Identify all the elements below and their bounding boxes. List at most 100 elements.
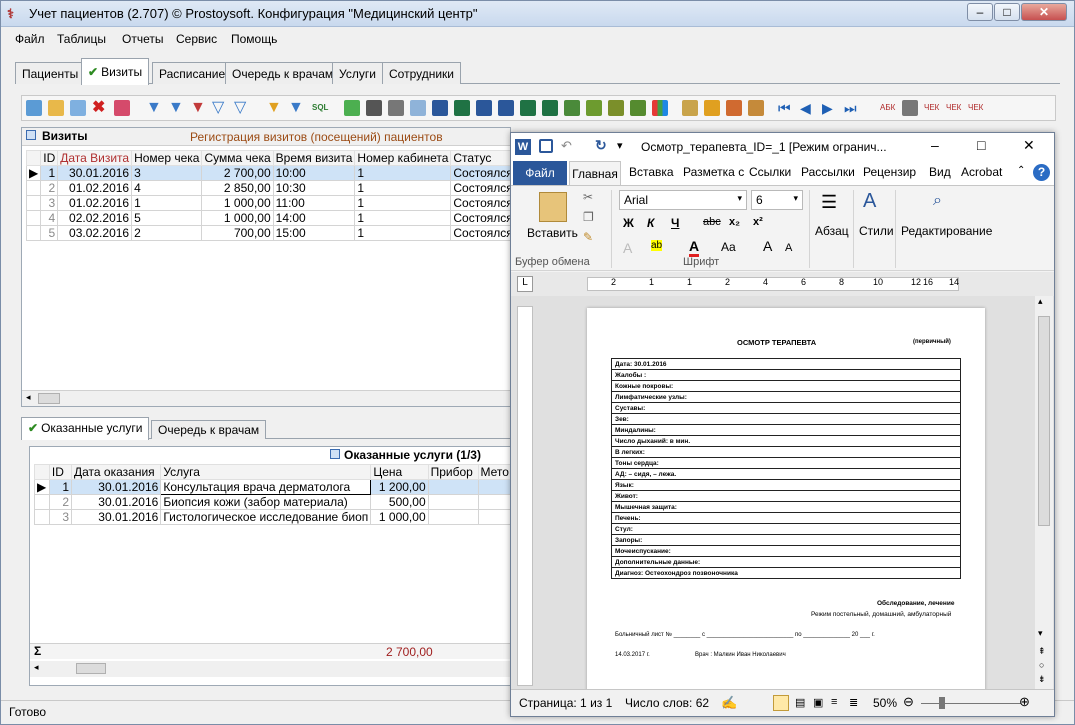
table-row[interactable]: 3 30.01.2016 Гистологическое исследовани…: [34, 509, 512, 525]
report-builder-icon[interactable]: [704, 100, 720, 116]
col-check-sum[interactable]: Сумма чека: [201, 150, 274, 166]
filter-remove-icon[interactable]: ▼: [288, 100, 304, 116]
menu-tables[interactable]: Таблицы: [57, 32, 106, 46]
tab-queue[interactable]: Очередь к врачам: [225, 62, 341, 84]
menu-service[interactable]: Сервис: [176, 32, 217, 46]
word-minimize-button[interactable]: –: [931, 137, 939, 153]
ribbon-tab-file[interactable]: Файл: [513, 161, 567, 185]
subscript-icon[interactable]: x₂: [729, 216, 740, 228]
browse-object-icon[interactable]: ○: [1039, 660, 1044, 670]
zoom-level[interactable]: 50%: [873, 696, 897, 710]
tab-doctor-queue[interactable]: Очередь к врачам: [151, 420, 267, 439]
copy-icon[interactable]: [70, 100, 86, 116]
ribbon-tab-review[interactable]: Рецензир: [863, 165, 916, 179]
full-screen-icon[interactable]: ▤: [795, 696, 805, 709]
paragraph-label[interactable]: Абзац: [815, 224, 849, 238]
scroll-up-icon[interactable]: ▴: [1038, 296, 1043, 307]
col-price[interactable]: Цена: [370, 464, 429, 480]
scroll-down-icon[interactable]: ▾: [1038, 628, 1043, 639]
zoom-slider-thumb[interactable]: [939, 697, 945, 709]
columns-icon[interactable]: [748, 100, 764, 116]
ribbon-tab-references[interactable]: Ссылки: [749, 165, 791, 179]
tab-rendered-services[interactable]: ✔ Оказанные услуги: [21, 417, 150, 440]
delete-icon[interactable]: ✖: [92, 100, 108, 116]
scroll-left-icon[interactable]: ◂: [34, 662, 39, 673]
col-visit-time[interactable]: Время визита: [272, 150, 356, 166]
paste-icon[interactable]: [539, 192, 567, 222]
filter-clear-icon[interactable]: ▼: [190, 100, 206, 116]
export-txt-icon[interactable]: [608, 100, 624, 116]
last-record-icon[interactable]: ⏭: [844, 100, 860, 116]
redo-icon[interactable]: ↻: [595, 137, 607, 154]
highlight-icon[interactable]: ab: [651, 240, 663, 251]
first-record-icon[interactable]: ⏮: [778, 100, 794, 116]
page-count[interactable]: Страница: 1 из 1: [519, 696, 612, 710]
italic-icon[interactable]: К: [647, 216, 654, 230]
horizontal-scrollbar[interactable]: ◂: [30, 661, 510, 677]
find-icon[interactable]: [366, 100, 382, 116]
styles-icon[interactable]: A: [863, 190, 876, 213]
tab-visits[interactable]: ✔ Визиты: [81, 58, 150, 85]
excel-template-icon[interactable]: [520, 100, 536, 116]
col-status[interactable]: Статус: [450, 150, 516, 166]
print-check-icon[interactable]: [902, 100, 918, 116]
paragraph-icon[interactable]: ☰: [821, 192, 837, 213]
close-button[interactable]: ✕: [1021, 3, 1067, 21]
filter-options-icon[interactable]: ▽: [234, 100, 250, 116]
collapse-ribbon-icon[interactable]: ⌃: [1017, 165, 1025, 176]
col-id[interactable]: ID: [48, 464, 73, 480]
edit-icon[interactable]: [48, 100, 64, 116]
underline-icon[interactable]: Ч: [671, 216, 679, 230]
add-record-icon[interactable]: [26, 100, 42, 116]
table-row[interactable]: 2 01.02.2016 4 2 850,00 10:30 1 Состоялс…: [25, 180, 516, 196]
tab-selector-icon[interactable]: L: [517, 276, 533, 292]
word-count[interactable]: Число слов: 62: [625, 696, 709, 710]
customize-qat-icon[interactable]: ▾: [617, 139, 623, 152]
col-method[interactable]: Мето: [477, 464, 512, 480]
word-close-button[interactable]: ✕: [1023, 137, 1035, 154]
col-check-number[interactable]: Номер чека: [131, 150, 203, 166]
grow-font-icon[interactable]: A: [763, 238, 772, 254]
scroll-thumb[interactable]: [76, 663, 106, 674]
tab-patients[interactable]: Пациенты: [15, 62, 86, 84]
export-xml-icon[interactable]: [564, 100, 580, 116]
export-dbf-icon[interactable]: [630, 100, 646, 116]
font-size-combo[interactable]: 6 ▾: [751, 190, 803, 210]
shrink-font-icon[interactable]: A: [785, 242, 792, 254]
proofing-icon[interactable]: ✍: [721, 695, 737, 711]
col-service[interactable]: Услуга: [160, 464, 372, 480]
col-visit-date[interactable]: Дата Визита: [57, 150, 133, 166]
horizontal-scrollbar[interactable]: ◂: [22, 390, 510, 406]
table-row[interactable]: ▶ 1 30.01.2016 3 2 700,00 10:00 1 Состоя…: [25, 165, 516, 181]
find-icon[interactable]: ⌕: [933, 192, 942, 210]
ribbon-tab-insert[interactable]: Вставка: [629, 165, 674, 179]
filter-add-icon[interactable]: ▼: [168, 100, 184, 116]
ribbon-tab-acrobat[interactable]: Acrobat: [961, 165, 1002, 179]
table-settings-icon[interactable]: [726, 100, 742, 116]
export-csv-icon[interactable]: [542, 100, 558, 116]
next-page-icon[interactable]: ⇟: [1038, 674, 1046, 685]
paste-label[interactable]: Вставить: [527, 226, 578, 240]
text-effects-icon[interactable]: A: [623, 240, 632, 256]
menu-help[interactable]: Помощь: [231, 32, 277, 46]
delete-all-icon[interactable]: [114, 100, 130, 116]
help-icon[interactable]: ?: [1033, 164, 1050, 181]
prev-record-icon[interactable]: ◀: [800, 100, 816, 116]
print-icon[interactable]: [388, 100, 404, 116]
zoom-out-icon[interactable]: ⊖: [903, 694, 914, 710]
col-id[interactable]: ID: [40, 150, 59, 166]
export-html-icon[interactable]: [586, 100, 602, 116]
table-row[interactable]: 2 30.01.2016 Биопсия кожи (забор материа…: [34, 494, 512, 510]
undo-icon[interactable]: ↶: [561, 138, 572, 154]
refresh-icon[interactable]: [344, 100, 360, 116]
change-case-icon[interactable]: Aa: [721, 240, 736, 254]
tab-staff[interactable]: Сотрудники: [382, 62, 461, 84]
zoom-slider[interactable]: [921, 703, 1021, 704]
superscript-icon[interactable]: x²: [753, 216, 763, 228]
filter-edit-icon[interactable]: ▽: [212, 100, 228, 116]
format-painter-icon[interactable]: ✎: [583, 230, 593, 244]
strikethrough-icon[interactable]: abc: [703, 216, 721, 228]
table-row[interactable]: 4 02.02.2016 5 1 000,00 14:00 1 Состоялс…: [25, 210, 516, 226]
chart-icon[interactable]: [652, 100, 668, 116]
ribbon-tab-view[interactable]: Вид: [929, 165, 951, 179]
